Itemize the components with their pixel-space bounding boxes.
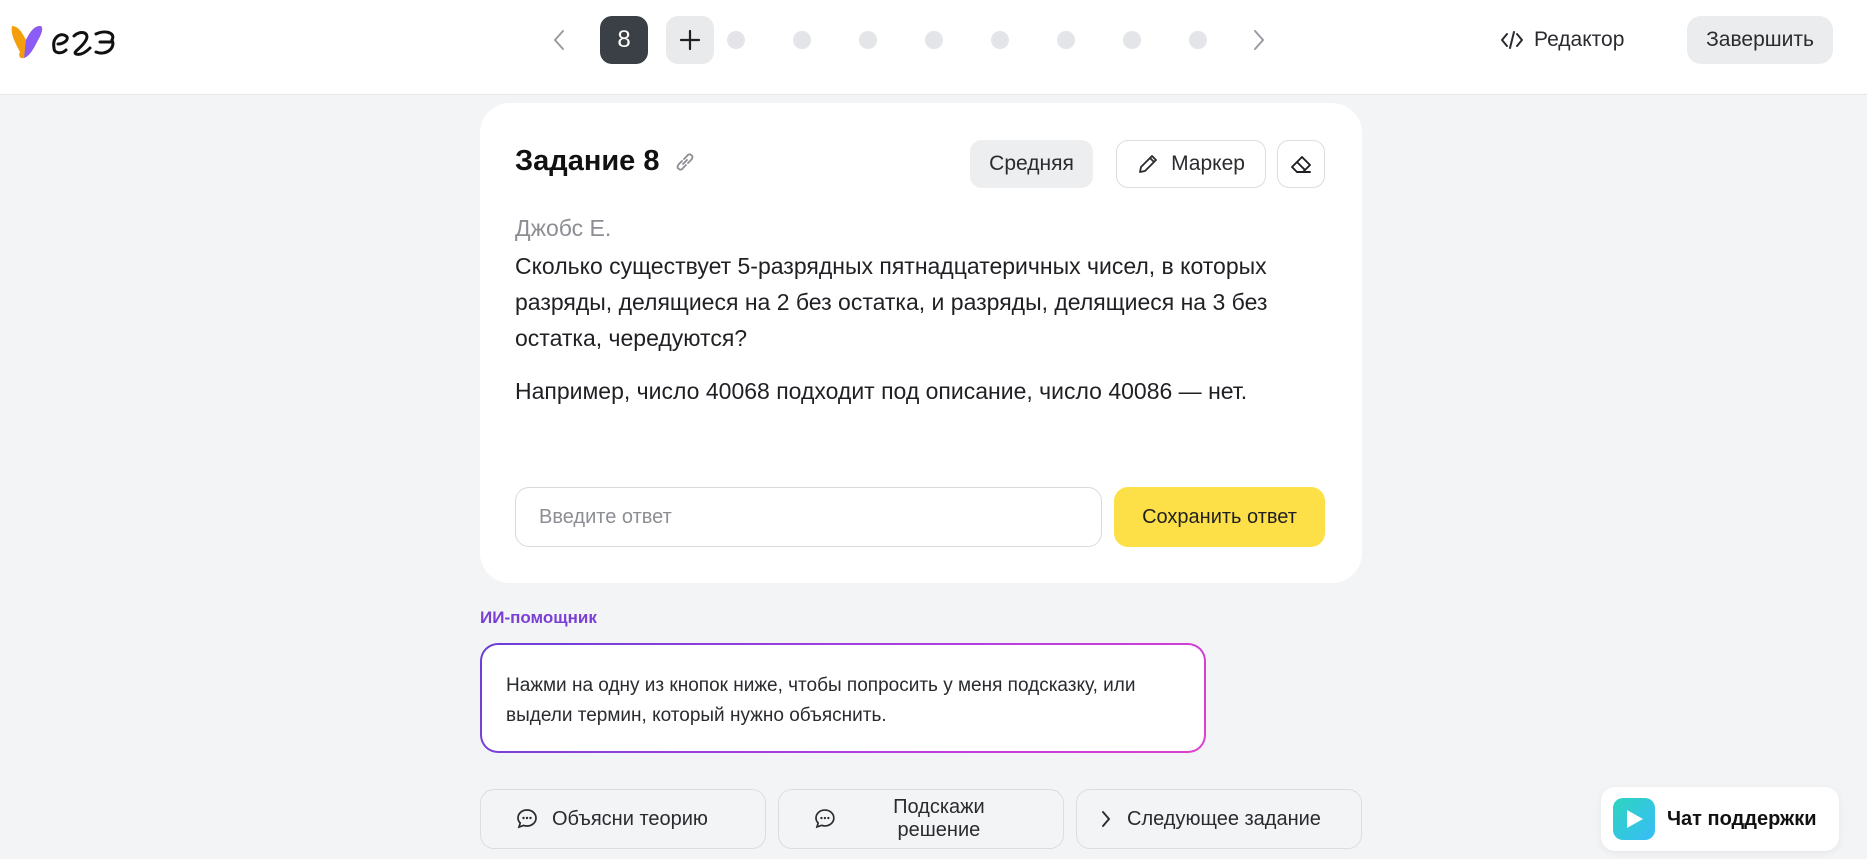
marker-label: Маркер [1171,152,1245,175]
task-dot[interactable] [1123,31,1141,49]
logo[interactable] [8,18,132,64]
assistant-actions: Объясни теорию Подскажи решение Следующе… [480,789,1362,849]
eraser-icon [1291,156,1311,173]
task-dot[interactable] [1189,31,1207,49]
eraser-button[interactable] [1277,140,1325,188]
task-pager: 8 [535,16,1283,64]
task-author: Джобс Е. [515,215,612,241]
task-title: Задание 8 [515,145,696,178]
pencil-icon [1139,155,1157,173]
prev-task-button[interactable] [535,16,583,64]
current-task-indicator[interactable]: 8 [600,16,648,64]
ai-assistant-label: ИИ-помощник [480,608,597,627]
finish-button[interactable]: Завершить [1687,16,1833,64]
editor-label: Редактор [1534,28,1625,51]
chat-bubble-icon [517,809,537,829]
task-dot[interactable] [1057,31,1075,49]
task-title-text: Задание 8 [515,145,660,177]
next-task-button[interactable] [1235,16,1283,64]
add-task-button[interactable] [666,16,714,64]
chevron-right-icon [1102,811,1111,827]
task-dot[interactable] [727,31,745,49]
task-dot[interactable] [925,31,943,49]
hint-solution-button[interactable]: Подскажи решение [778,789,1064,849]
marker-button[interactable]: Маркер [1116,140,1266,188]
action-label: Следующее задание [1127,807,1321,830]
support-chat-label: Чат поддержки [1667,807,1817,830]
plus-icon [679,29,701,51]
support-chat-icon [1613,798,1655,840]
chevron-left-icon [553,30,564,50]
task-dot[interactable] [793,31,811,49]
chat-bubble-icon [815,809,835,829]
editor-button[interactable]: Редактор [1500,18,1624,62]
top-bar: 8 Редактор Завершить [0,0,1867,95]
action-label: Объясни теорию [552,807,708,830]
task-card: Задание 8 Средняя Маркер Джобс Е. Скольк… [480,103,1362,583]
task-dots [727,31,1235,49]
answer-input[interactable] [515,487,1102,547]
support-chat-button[interactable]: Чат поддержки [1601,787,1839,851]
action-label: Подскажи решение [893,796,985,841]
task-statement: Сколько существует 5-разрядных пятнадцат… [515,253,1268,351]
task-dot[interactable] [859,31,877,49]
save-answer-button[interactable]: Сохранить ответ [1114,487,1325,547]
difficulty-badge: Средняя [970,140,1093,188]
explain-theory-button[interactable]: Объясни теорию [480,789,766,849]
ai-assistant-message-box: Нажми на одну из кнопок ниже, чтобы попр… [480,643,1206,753]
code-icon [1501,31,1523,49]
ai-assistant-message: Нажми на одну из кнопок ниже, чтобы попр… [482,645,1204,751]
task-example: Например, число 40068 подходит под описа… [515,378,1248,404]
chevron-right-icon [1254,30,1265,50]
next-task-action-button[interactable]: Следующее задание [1076,789,1362,849]
link-icon[interactable] [674,151,696,173]
yandex-uchebnik-logo [11,26,115,59]
task-dot[interactable] [991,31,1009,49]
